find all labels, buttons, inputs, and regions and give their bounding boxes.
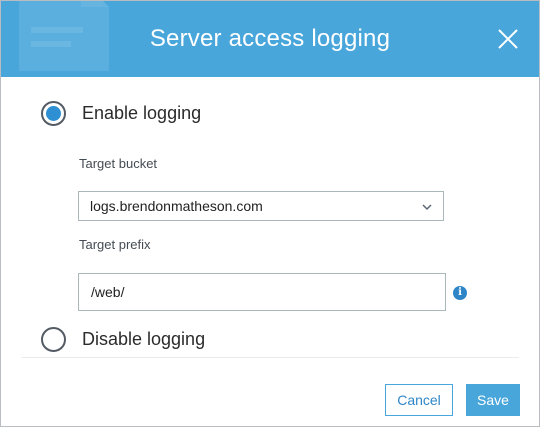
target-bucket-value: logs.brendonmatheson.com bbox=[90, 198, 263, 214]
server-access-logging-dialog: Server access logging Enable logging Tar… bbox=[0, 0, 540, 427]
close-icon[interactable] bbox=[493, 24, 523, 54]
save-button[interactable]: Save bbox=[466, 384, 520, 416]
enable-logging-radio[interactable] bbox=[41, 100, 66, 126]
target-bucket-select[interactable]: logs.brendonmatheson.com bbox=[78, 191, 444, 221]
disable-logging-option[interactable]: Disable logging bbox=[41, 326, 205, 352]
enable-logging-label: Enable logging bbox=[82, 102, 202, 123]
target-bucket-label: Target bucket bbox=[79, 156, 158, 171]
cancel-button[interactable]: Cancel bbox=[385, 384, 453, 416]
chevron-down-icon bbox=[422, 204, 432, 211]
disable-logging-radio[interactable] bbox=[41, 326, 66, 352]
footer-divider bbox=[21, 357, 519, 358]
dialog-header: Server access logging bbox=[1, 1, 539, 77]
dialog-title: Server access logging bbox=[149, 25, 391, 52]
target-prefix-input[interactable] bbox=[78, 273, 446, 311]
disable-logging-label: Disable logging bbox=[82, 328, 206, 349]
target-prefix-label: Target prefix bbox=[79, 237, 151, 252]
enable-logging-option[interactable]: Enable logging bbox=[41, 100, 201, 126]
info-icon[interactable]: i bbox=[453, 286, 467, 300]
